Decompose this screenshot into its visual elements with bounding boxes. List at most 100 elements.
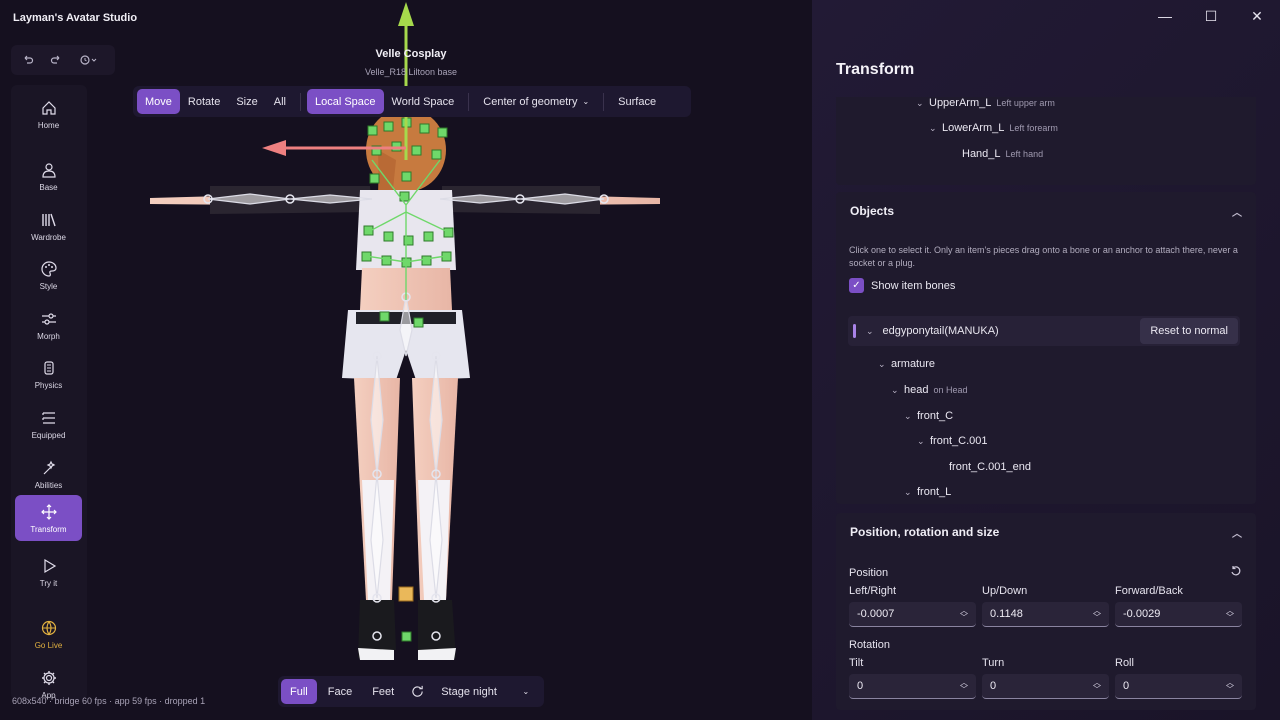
tool-move-button[interactable]: Move	[137, 89, 180, 114]
tree-row[interactable]: ⌄ head on Head	[891, 384, 968, 396]
tree-row[interactable]: front_C.001_end	[949, 461, 1031, 473]
sidebar-item-wardrobe[interactable]: Wardrobe	[15, 203, 82, 249]
panel-title: Transform	[836, 61, 915, 78]
spinner-icon[interactable]: ︿ ﹀	[1226, 679, 1234, 694]
spinner-icon[interactable]: ︿ ﹀	[1226, 607, 1234, 622]
chevron-down-icon: ⌄	[582, 97, 590, 106]
refresh-button[interactable]	[405, 679, 430, 704]
tree-row[interactable]: ⌄ LowerArm_L Left forearm	[929, 122, 1058, 134]
tool-rotate-button[interactable]: Rotate	[180, 89, 228, 114]
position-z-input[interactable]: -0.0029 ︿ ﹀	[1115, 602, 1242, 627]
bone-hint: Left hand	[1005, 149, 1044, 159]
spinner-icon[interactable]: ︿ ﹀	[1093, 607, 1101, 622]
objects-header[interactable]: Objects ︿	[836, 192, 1256, 230]
camera-full-button[interactable]: Full	[281, 679, 317, 704]
world-space-button[interactable]: World Space	[384, 89, 463, 114]
objects-help: Click one to select it. Only an item's p…	[849, 245, 1238, 268]
avatar-name: Velle Cosplay	[375, 48, 447, 60]
sidebar-item-label: Abilities	[34, 480, 63, 490]
wardrobe-icon	[40, 211, 58, 229]
redo-button[interactable]	[45, 49, 67, 71]
sidebar-item-label: Wardrobe	[31, 232, 66, 242]
minimize-button[interactable]: —	[1142, 0, 1188, 32]
sidebar-item-base[interactable]: Base	[15, 153, 82, 199]
show-item-bones-checkbox[interactable]: ✓ Show item bones	[849, 278, 955, 293]
sidebar: Home Base Wardrobe Style Morph Physics E…	[11, 85, 87, 700]
sidebar-item-label: Base	[39, 182, 58, 192]
left-right-label: Left/Right	[849, 585, 897, 597]
sidebar-item-equipped[interactable]: Equipped	[15, 401, 82, 447]
sidebar-item-label: Morph	[37, 331, 60, 341]
sidebar-item-style[interactable]: Style	[15, 252, 82, 298]
check-icon: ✓	[849, 278, 864, 293]
up-down-label: Up/Down	[982, 585, 1028, 597]
sidebar-item-label: Style	[39, 281, 58, 291]
rotation-label: Rotation	[849, 639, 890, 651]
spinner-icon[interactable]: ︿ ﹀	[1093, 679, 1101, 694]
pivot-dropdown[interactable]: Center of geometry ⌄	[475, 89, 597, 114]
bone-hint: Left upper arm	[996, 98, 1055, 108]
lighting-dropdown[interactable]: Stage night ⌄	[432, 679, 538, 704]
surface-button[interactable]: Surface	[610, 89, 664, 114]
tree-row[interactable]: ⌄ UpperArm_L Left upper arm	[916, 97, 1055, 109]
prs-header[interactable]: Position, rotation and size ︿	[836, 513, 1256, 551]
bone-hint: on Head	[933, 385, 968, 395]
rotation-turn-input[interactable]: 0 ︿ ﹀	[982, 674, 1109, 699]
spinner-icon[interactable]: ︿ ﹀	[960, 607, 968, 622]
tree-row[interactable]: ⌄ armature	[878, 358, 935, 370]
chevron-up-icon: ︿	[1232, 528, 1242, 540]
close-button[interactable]: ✕	[1234, 0, 1280, 32]
minimize-icon: —	[1158, 8, 1172, 24]
transform-panel: Transform ⌄ UpperArm_L Left upper arm ⌄ …	[823, 45, 1269, 710]
sidebar-item-abilities[interactable]: Abilities	[15, 451, 82, 497]
roll-label: Roll	[1115, 657, 1134, 669]
redo-icon	[50, 55, 60, 64]
bone-name: UpperArm_L	[929, 97, 992, 109]
tool-all-button[interactable]: All	[266, 89, 294, 114]
maximize-button[interactable]: ☐	[1188, 0, 1234, 32]
bone-name: front_C	[917, 410, 954, 422]
sidebar-item-home[interactable]: Home	[15, 91, 82, 137]
object-name: edgyponytail(MANUKA)	[882, 325, 999, 337]
person-icon	[40, 161, 58, 179]
undo-button[interactable]	[17, 49, 39, 71]
tool-size-button[interactable]: Size	[228, 89, 265, 114]
sidebar-item-morph[interactable]: Morph	[15, 302, 82, 348]
bone-tree: ⌄ UpperArm_L Left upper arm ⌄ LowerArm_L…	[836, 97, 1256, 185]
tree-row[interactable]: Hand_L Left hand	[962, 148, 1043, 160]
tree-row[interactable]: ⌄ front_L	[904, 486, 951, 498]
local-space-button[interactable]: Local Space	[306, 89, 384, 114]
history-icon	[80, 55, 97, 65]
tree-row[interactable]: ⌄ front_C.001	[917, 435, 987, 447]
input-value: -0.0029	[1123, 608, 1161, 620]
object-item-row[interactable]: ⌄ edgyponytail(MANUKA) Reset to normal	[848, 316, 1240, 346]
sidebar-item-go-live[interactable]: Go Live	[15, 611, 82, 657]
globe-icon	[40, 619, 58, 637]
position-label: Position	[849, 567, 889, 579]
chevron-down-icon: ⌄	[866, 325, 874, 336]
sidebar-item-transform[interactable]: Transform	[15, 495, 82, 541]
rotation-roll-input[interactable]: 0 ︿ ﹀	[1115, 674, 1242, 699]
camera-face-button[interactable]: Face	[319, 679, 361, 704]
window-controls: — ☐ ✕	[1142, 0, 1280, 32]
refresh-icon	[412, 685, 423, 697]
tree-row[interactable]: ⌄ front_C	[904, 410, 953, 422]
sidebar-item-try-it[interactable]: Try it	[15, 549, 82, 595]
spinner-icon[interactable]: ︿ ﹀	[960, 679, 968, 694]
chevron-up-icon: ︿	[1232, 207, 1242, 219]
app-title: Layman's Avatar Studio	[13, 12, 138, 24]
history-dropdown[interactable]	[73, 49, 103, 71]
rotation-tilt-input[interactable]: 0 ︿ ﹀	[849, 674, 976, 699]
camera-bar: Full Face Feet Stage night ⌄	[278, 676, 544, 707]
reset-position-button[interactable]	[1230, 565, 1242, 580]
reset-to-normal-button[interactable]: Reset to normal	[1140, 318, 1238, 344]
list-icon	[40, 409, 58, 427]
sidebar-item-physics[interactable]: Physics	[15, 351, 82, 397]
chevron-down-icon: ⌄	[522, 687, 530, 696]
toolbar-divider	[299, 92, 301, 111]
chevron-down-icon: ⌄	[929, 123, 937, 133]
pivot-value: Center of geometry	[483, 95, 578, 108]
position-y-input[interactable]: 0.1148 ︿ ﹀	[982, 602, 1109, 627]
position-x-input[interactable]: -0.0007 ︿ ﹀	[849, 602, 976, 627]
camera-feet-button[interactable]: Feet	[363, 679, 403, 704]
